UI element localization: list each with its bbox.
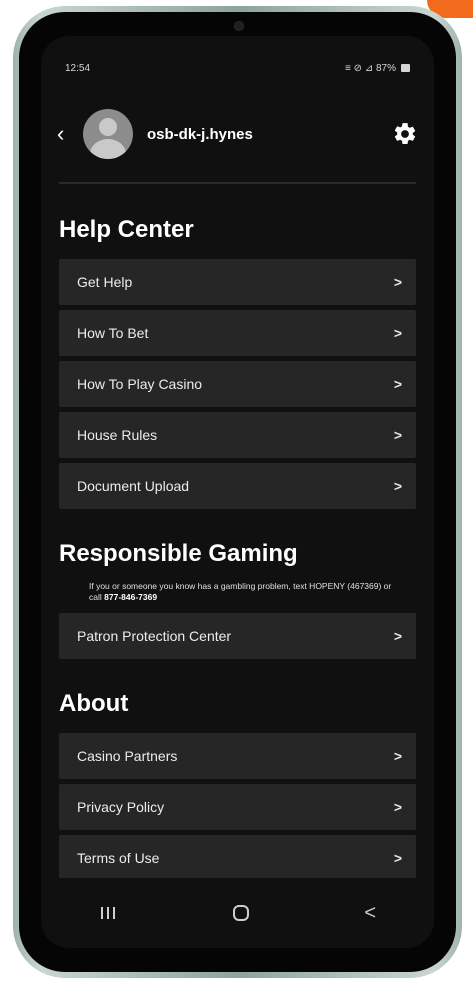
help-item-house-rules[interactable]: House Rules > [59, 412, 416, 458]
chevron-right-icon: > [393, 628, 402, 644]
list-item-label: How To Play Casino [77, 376, 203, 392]
list-item-label: Document Upload [77, 478, 190, 494]
help-center-list: Get Help > How To Bet > How To Play Casi… [59, 259, 416, 509]
username: osb-dk-j.hynes [147, 125, 253, 143]
battery-icon [401, 64, 410, 72]
about-title: About [59, 690, 129, 717]
list-item-label: Patron Protection Center [77, 628, 232, 644]
chevron-right-icon: > [393, 478, 402, 494]
profile-header: ‹ osb-dk-j.hynes [57, 106, 418, 162]
gambling-help-notice: If you or someone you know has a gamblin… [89, 581, 402, 603]
about-item-privacy-policy[interactable]: Privacy Policy > [59, 784, 416, 830]
help-item-how-to-bet[interactable]: How To Bet > [59, 310, 416, 356]
recents-icon[interactable] [99, 906, 117, 920]
responsible-gaming-title: Responsible Gaming [59, 540, 298, 567]
front-camera [233, 21, 244, 31]
status-time: 12:54 [65, 62, 91, 74]
help-item-how-to-play-casino[interactable]: How To Play Casino > [59, 361, 416, 407]
chevron-right-icon: > [393, 799, 402, 815]
chevron-left-icon[interactable]: ‹ [57, 123, 77, 145]
list-item-label: House Rules [77, 427, 158, 443]
chevron-right-icon: > [393, 427, 402, 443]
status-indicator-text: ≡ ⊘ ⊿ 87% [345, 62, 396, 74]
about-list: Casino Partners > Privacy Policy > Terms… [59, 733, 416, 881]
list-item-label: Get Help [77, 274, 133, 290]
about-item-terms-of-use[interactable]: Terms of Use > [59, 835, 416, 881]
list-item-label: Privacy Policy [77, 799, 165, 815]
avatar[interactable] [83, 109, 133, 159]
help-item-document-upload[interactable]: Document Upload > [59, 463, 416, 509]
home-icon[interactable] [232, 905, 249, 921]
system-navigation-bar: < [41, 878, 434, 948]
help-center-title: Help Center [59, 216, 194, 243]
list-item-label: How To Bet [77, 325, 149, 341]
chevron-right-icon: > [393, 850, 402, 866]
about-item-casino-partners[interactable]: Casino Partners > [59, 733, 416, 779]
status-bar: 12:54 ≡ ⊘ ⊿ 87% [65, 60, 410, 76]
avatar-head-shape [99, 118, 117, 136]
chevron-right-icon: > [393, 274, 402, 290]
header-divider [59, 182, 416, 184]
list-item-label: Casino Partners [77, 748, 178, 764]
status-indicators: ≡ ⊘ ⊿ 87% [345, 63, 410, 74]
menu-content: Help Center Get Help > How To Bet > How … [59, 211, 416, 886]
helpline-number: 877-846-7369 [104, 592, 158, 602]
responsible-gaming-list: Patron Protection Center > [59, 613, 416, 659]
list-item-label: Terms of Use [77, 850, 160, 866]
phone-frame: 12:54 ≡ ⊘ ⊿ 87% ‹ osb-dk-j.hynes Help Ce… [13, 6, 462, 978]
chevron-right-icon: > [393, 376, 402, 392]
item-patron-protection-center[interactable]: Patron Protection Center > [59, 613, 416, 659]
nav-back-icon[interactable]: < [364, 902, 376, 925]
gear-icon[interactable] [392, 121, 418, 147]
app-screen: 12:54 ≡ ⊘ ⊿ 87% ‹ osb-dk-j.hynes Help Ce… [41, 36, 434, 948]
help-item-get-help[interactable]: Get Help > [59, 259, 416, 305]
avatar-shoulders-shape [90, 139, 126, 159]
phone-bezel: 12:54 ≡ ⊘ ⊿ 87% ‹ osb-dk-j.hynes Help Ce… [19, 12, 456, 972]
chevron-right-icon: > [393, 748, 402, 764]
chevron-right-icon: > [393, 325, 402, 341]
